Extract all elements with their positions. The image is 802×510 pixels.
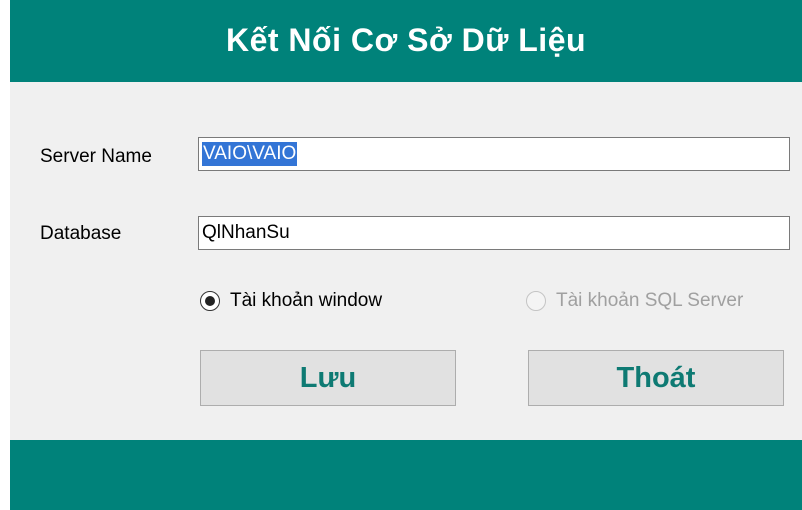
server-name-value: VAIO\VAIO xyxy=(202,142,298,166)
database-value: QlNhanSu xyxy=(202,222,290,243)
header-bar: Kết Nối Cơ Sở Dữ Liệu xyxy=(10,0,802,82)
sql-auth-radio[interactable]: Tài khoản SQL Server xyxy=(526,290,743,312)
database-input[interactable]: QlNhanSu xyxy=(198,216,790,250)
windows-auth-label: Tài khoản window xyxy=(230,290,383,311)
radio-checked-icon xyxy=(200,291,220,311)
windows-auth-radio[interactable]: Tài khoản window xyxy=(200,290,382,312)
server-name-label: Server Name xyxy=(40,146,152,167)
connection-dialog: Kết Nối Cơ Sở Dữ Liệu Server Name VAIO\V… xyxy=(10,0,802,510)
save-button[interactable]: Lưu xyxy=(200,350,456,406)
sql-auth-label: Tài khoản SQL Server xyxy=(556,290,744,311)
server-name-input[interactable]: VAIO\VAIO xyxy=(198,137,790,171)
database-label: Database xyxy=(40,223,122,244)
exit-button[interactable]: Thoát xyxy=(528,350,784,406)
dialog-title: Kết Nối Cơ Sở Dữ Liệu xyxy=(225,21,587,58)
radio-unchecked-icon xyxy=(526,291,546,311)
footer-bar xyxy=(10,440,802,510)
